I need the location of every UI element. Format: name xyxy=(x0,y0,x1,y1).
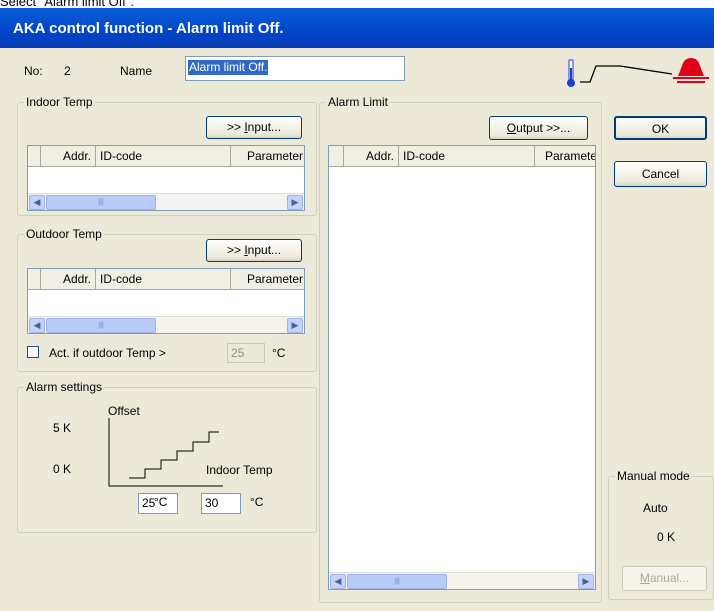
indoor-input-rest: nput... xyxy=(247,120,282,134)
output-mnemonic: O xyxy=(506,121,517,135)
scroll-right-icon[interactable]: ▶ xyxy=(578,574,594,589)
alarm-col-id[interactable]: ID-code xyxy=(399,146,535,166)
act-outdoor-label: Act. if outdoor Temp > xyxy=(49,346,166,360)
name-field-text: Alarm limit Off. xyxy=(188,60,269,75)
low-temp-unit: °C xyxy=(154,495,168,509)
indoor-input-button[interactable]: >> Input... xyxy=(206,116,302,139)
thermometer-fill xyxy=(570,68,572,80)
scroll-thumb[interactable]: ||| xyxy=(46,195,156,210)
act-outdoor-checkbox[interactable] xyxy=(27,346,39,358)
indoor-list[interactable]: Addr. ID-code Parameter ◀ ||| ▶ xyxy=(27,145,305,211)
no-label: No: xyxy=(24,64,43,78)
indoor-temp-legend: Indoor Temp xyxy=(26,95,93,109)
scroll-right-icon[interactable]: ▶ xyxy=(287,195,303,210)
scroll-left-icon[interactable]: ◀ xyxy=(29,195,45,210)
outdoor-col-addr[interactable]: Addr. xyxy=(41,269,96,289)
output-rest: utput >>... xyxy=(516,121,571,135)
indoor-hscrollbar[interactable]: ◀ ||| ▶ xyxy=(28,193,304,210)
scroll-thumb[interactable]: ||| xyxy=(347,574,447,589)
outdoor-col-select[interactable] xyxy=(28,269,41,289)
alarm-limit-list[interactable]: Addr. ID-code Paramete ◀ ||| ▶ xyxy=(328,145,596,590)
indoor-list-header: Addr. ID-code Parameter xyxy=(28,146,304,167)
manual-mode-legend: Manual mode xyxy=(617,469,690,483)
output-button[interactable]: Output >>... xyxy=(489,116,588,140)
ok-button[interactable]: OK xyxy=(614,116,707,140)
outdoor-input-rest: nput... xyxy=(247,243,282,257)
scroll-left-icon[interactable]: ◀ xyxy=(29,318,45,333)
alarm-col-param[interactable]: Paramete xyxy=(535,146,595,166)
outdoor-temp-legend: Outdoor Temp xyxy=(26,227,102,241)
scroll-left-icon[interactable]: ◀ xyxy=(330,574,346,589)
manual-mode-value: 0 K xyxy=(657,530,676,544)
outdoor-temp-unit: °C xyxy=(272,346,286,360)
name-field[interactable]: Alarm limit Off. xyxy=(185,56,405,81)
indoor-input-prefix: >> xyxy=(226,120,245,134)
name-label: Name xyxy=(120,64,153,78)
manual-button[interactable]: Manual... xyxy=(622,566,707,591)
manual-mnemonic: M xyxy=(639,571,650,585)
offset-label: Offset xyxy=(108,404,140,418)
outdoor-col-id[interactable]: ID-code xyxy=(96,269,231,289)
indoor-col-id[interactable]: ID-code xyxy=(96,146,231,166)
step-graph xyxy=(108,418,223,487)
alarm-settings-legend: Alarm settings xyxy=(26,380,103,394)
manual-rest: anual... xyxy=(649,571,690,585)
outdoor-temp-field[interactable]: 25 xyxy=(227,343,265,363)
outdoor-input-button[interactable]: >> Input... xyxy=(206,239,302,262)
alarm-col-select[interactable] xyxy=(329,146,344,166)
outdoor-hscrollbar[interactable]: ◀ ||| ▶ xyxy=(28,316,304,333)
scroll-thumb[interactable]: ||| xyxy=(46,318,156,333)
indoor-col-param[interactable]: Parameter xyxy=(231,146,304,166)
no-value: 2 xyxy=(64,64,71,78)
bell-icon xyxy=(678,58,704,76)
alarm-col-addr[interactable]: Addr. xyxy=(344,146,399,166)
offset-0k-label: 0 K xyxy=(53,462,72,476)
alarm-hscrollbar[interactable]: ◀ ||| ▶ xyxy=(329,572,595,589)
indoor-col-addr[interactable]: Addr. xyxy=(41,146,96,166)
limit-curve xyxy=(580,65,673,83)
thermometer-bulb-icon xyxy=(567,79,575,87)
offset-5k-label: 5 K xyxy=(53,421,72,435)
outdoor-list[interactable]: Addr. ID-code Parameter ◀ ||| ▶ xyxy=(27,268,305,334)
high-temp-unit: °C xyxy=(250,495,264,509)
alarm-limit-list-header: Addr. ID-code Paramete xyxy=(329,146,595,167)
outdoor-col-param[interactable]: Parameter xyxy=(231,269,304,289)
scroll-right-icon[interactable]: ▶ xyxy=(287,318,303,333)
alarm-limit-icon xyxy=(567,58,709,87)
alarm-limit-legend: Alarm Limit xyxy=(328,95,389,109)
high-temp-field[interactable]: 30 xyxy=(201,493,241,514)
manual-mode-status: Auto xyxy=(643,501,668,515)
outdoor-input-prefix: >> xyxy=(226,243,245,257)
window-title: AKA control function - Alarm limit Off. xyxy=(13,20,284,37)
indoor-col-select[interactable] xyxy=(28,146,41,166)
cancel-button[interactable]: Cancel xyxy=(614,161,707,187)
indoor-temp-axis-label: Indoor Temp xyxy=(206,463,273,477)
outdoor-list-header: Addr. ID-code Parameter xyxy=(28,269,304,290)
